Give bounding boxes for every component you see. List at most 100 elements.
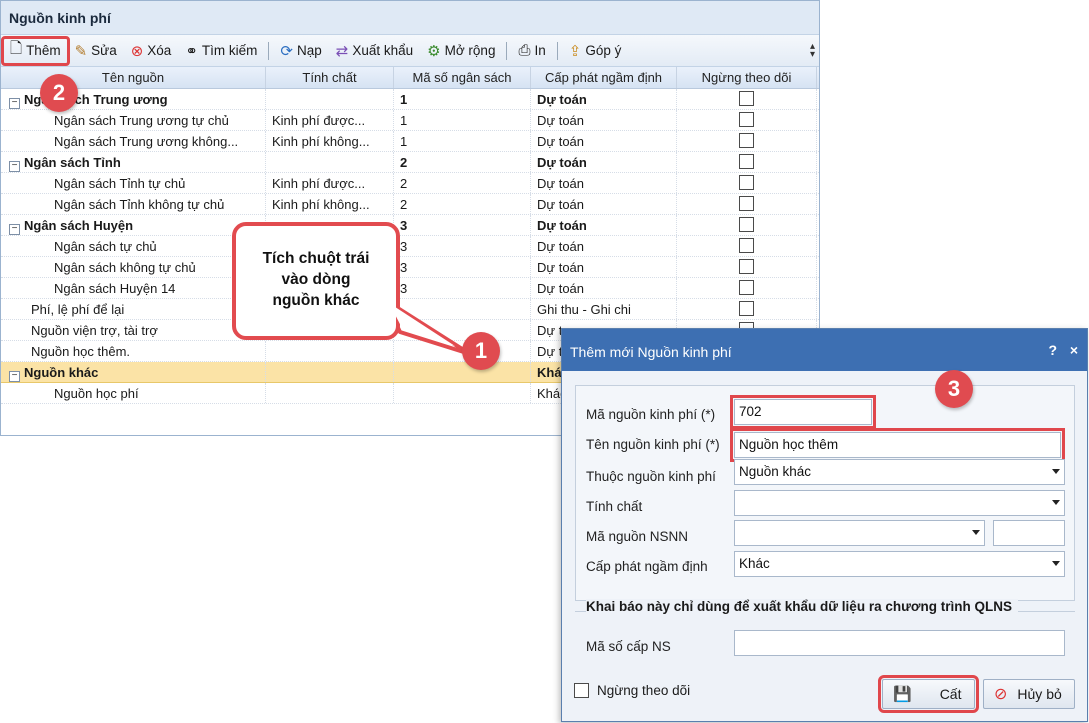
column-header[interactable]: Tính chất [266,67,394,88]
cell-name-text: Ngân sách Trung ương tự chủ [54,113,229,128]
stop-tracking-checkbox[interactable] [739,301,754,316]
table-row[interactable]: − Ngân sách Trung ương 1 Dự toán [1,89,819,110]
nature-dropdown[interactable] [734,490,1065,516]
cell-name: Ngân sách Tỉnh không tự chủ [1,194,266,214]
table-row[interactable]: Ngân sách không tự chủ 3 Dự toán [1,257,819,278]
delete-icon: ⊗ [130,42,144,60]
cell-name: − Ngân sách Huyện [1,215,266,235]
export-button[interactable]: ⇄ Xuất khẩu [329,38,420,64]
reload-button[interactable]: ⟳ Nạp [273,38,328,64]
cancel-button[interactable]: ⊘ Hủy bỏ [983,679,1075,709]
column-header[interactable]: Cấp phát ngầm định [531,67,677,88]
cell-name: Ngân sách Trung ương tự chủ [1,110,266,130]
stop-tracking-checkbox[interactable] [574,683,589,698]
code-input[interactable]: 702 [730,395,876,429]
parent-label: Thuộc nguồn kinh phí [586,469,716,484]
table-row[interactable]: Phí, lệ phí để lại Ghi thu - Ghi chi [1,299,819,320]
cell-stop [677,278,817,298]
table-row[interactable]: Ngân sách Tỉnh không tự chủ Kinh phí khôn… [1,194,819,215]
cell-stop [677,89,817,109]
collapse-icon[interactable]: − [9,161,20,172]
cell-name-text: Nguồn khác [24,365,99,380]
help-icon[interactable]: ? [1048,342,1057,358]
collapse-icon[interactable]: − [9,98,20,109]
dialog-title: Thêm mới Nguồn kinh phí [570,344,732,360]
stop-tracking-checkbox[interactable] [739,175,754,190]
cell-code: 2 [394,173,531,193]
stop-tracking-checkbox[interactable] [739,196,754,211]
export-icon: ⇄ [335,42,349,60]
printer-icon: ⎙ [518,42,531,59]
cell-stop [677,131,817,151]
stop-tracking-checkbox[interactable] [739,238,754,253]
stop-tracking-checkbox[interactable] [739,133,754,148]
stop-tracking-checkbox[interactable] [739,91,754,106]
cell-name: Ngân sách không tự chủ [1,257,266,277]
reload-label: Nạp [296,43,322,58]
cell-nature: Kinh phí không... [266,194,394,214]
budget-code-input[interactable] [734,630,1065,656]
cell-name-text: Phí, lệ phí để lại [31,302,125,317]
stop-tracking-checkbox[interactable] [739,280,754,295]
cell-stop [677,236,817,256]
cell-stop [677,257,817,277]
chevron-down-icon [972,530,980,535]
cell-alloc: Dự toán [531,194,677,214]
cell-code [394,362,531,382]
expand-button[interactable]: ⚙ Mở rộng [420,38,502,64]
toolbar-overflow-icon[interactable]: ▴ ▾ [810,42,815,60]
cell-name-text: Ngân sách Huyện [24,218,134,233]
feedback-button[interactable]: ⇪ Góp ý [562,38,629,64]
stop-tracking-checkbox[interactable] [739,154,754,169]
cell-code: 2 [394,194,531,214]
toolbar-separator [268,41,270,60]
column-header[interactable]: Mã số ngân sách [394,67,531,88]
close-icon[interactable]: × [1070,342,1078,358]
cell-code: 1 [394,89,531,109]
collapse-icon[interactable]: − [9,371,20,382]
column-header[interactable]: Ngừng theo dõi [677,67,817,88]
step-badge-1: 1 [462,332,500,370]
nsnn-extra-input[interactable] [993,520,1065,546]
collapse-icon[interactable]: − [9,224,20,235]
cell-alloc: Dự toán [531,110,677,130]
delete-button[interactable]: ⊗ Xóa [124,38,179,64]
table-row[interactable]: − Ngân sách Tỉnh 2 Dự toán [1,152,819,173]
refresh-icon: ⟳ [280,42,293,60]
cell-name-text: Ngân sách Huyện 14 [54,281,176,296]
stop-tracking-checkbox[interactable] [739,217,754,232]
stop-tracking-label: Ngừng theo dõi [597,683,691,698]
search-label: Tìm kiếm [201,43,258,58]
print-button[interactable]: ⎙ In [511,38,552,64]
save-button[interactable]: 💾 Cất [878,675,979,713]
table-row[interactable]: Ngân sách tự chủ 3 Dự toán [1,236,819,257]
table-row[interactable]: Ngân sách Trung ương không... Kinh phí kh… [1,131,819,152]
floppy-disk-icon: 💾 [893,686,912,703]
stop-tracking-checkbox[interactable] [739,112,754,127]
alloc-dropdown[interactable]: Khác [734,551,1065,577]
cell-nature [266,152,394,172]
table-row[interactable]: Ngân sách Tỉnh tự chủ Kinh phí được... 2 Dự… [1,173,819,194]
name-input[interactable]: Nguồn học thêm [730,428,1065,462]
table-row[interactable]: Ngân sách Trung ương tự chủ Kinh phí được… [1,110,819,131]
table-row[interactable]: − Ngân sách Huyện 3 Dự toán [1,215,819,236]
stop-tracking-checkbox[interactable] [739,259,754,274]
cell-nature: Kinh phí không... [266,131,394,151]
cell-code [394,383,531,403]
feedback-label: Góp ý [585,43,622,58]
print-label: In [534,43,546,58]
add-label: Thêm [26,43,61,58]
cell-name: Ngân sách Tỉnh tự chủ [1,173,266,193]
parent-dropdown[interactable]: Nguồn khác [734,459,1065,485]
cell-stop [677,152,817,172]
add-button[interactable]: 🗋 Thêm [1,35,70,66]
feedback-icon: ⇪ [568,42,582,60]
edit-button[interactable]: ✎ Sửa [68,38,124,64]
nsnn-dropdown[interactable] [734,520,985,546]
search-button[interactable]: ⚭ Tìm kiếm [178,38,264,64]
toolbar-separator [556,41,558,60]
cell-stop [677,173,817,193]
table-row[interactable]: Ngân sách Huyện 14 3 Dự toán [1,278,819,299]
stop-tracking-row: Ngừng theo dõi [574,683,690,698]
binoculars-icon: ⚭ [185,42,198,60]
